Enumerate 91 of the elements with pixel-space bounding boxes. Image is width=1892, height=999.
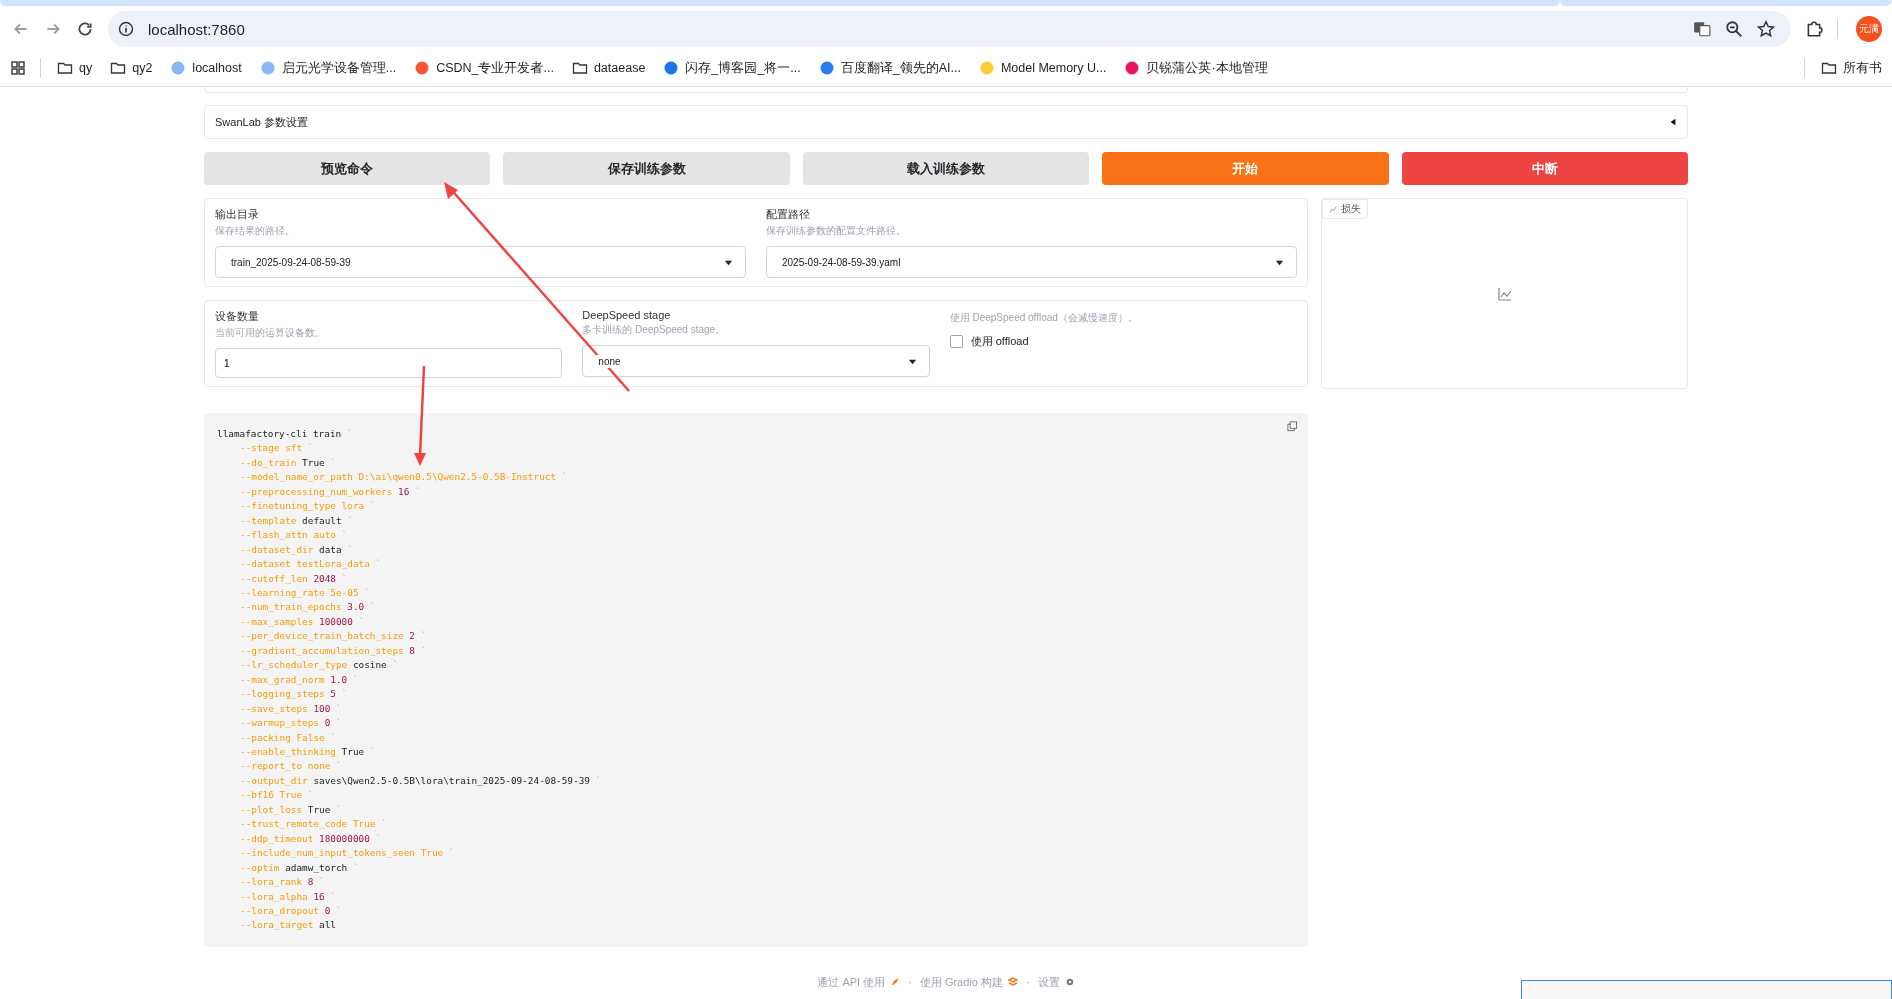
code-line: --max_samples 100000 ` — [239, 614, 365, 629]
reload-icon[interactable] — [76, 20, 94, 38]
site-icon — [414, 60, 431, 76]
caret-icon[interactable] — [1669, 118, 1677, 126]
field-label: 配置路径 — [766, 207, 810, 222]
code-line: --optim adamw_torch ` — [239, 860, 359, 875]
site-icon — [259, 60, 276, 76]
copy-icon[interactable] — [1287, 421, 1298, 432]
bookmark[interactable]: dataease — [569, 58, 648, 78]
site-icon — [818, 60, 835, 76]
dropdown[interactable]: train_2025-09-24-08-59-39 — [215, 246, 746, 278]
footer-separator: · — [1026, 976, 1030, 989]
bookmark[interactable]: qy2 — [108, 58, 155, 78]
logo-icon — [1008, 977, 1018, 988]
site-icon — [978, 60, 995, 76]
code-line: --finetuning_type lora ` — [239, 499, 376, 514]
chart-icon — [1329, 205, 1337, 213]
code-line: --lora_rank 8 ` — [239, 875, 325, 890]
bookmark[interactable]: CSDN_专业开发者... — [412, 57, 556, 79]
url-text: localhost:7860 — [148, 20, 245, 38]
code-line: --learning_rate 5e-05 ` — [239, 586, 370, 600]
code-line: --lora_dropout 0 ` — [239, 903, 342, 918]
code-line: --do_train True ` — [239, 455, 336, 470]
rocket-icon — [890, 977, 901, 988]
translate-icon[interactable] — [1693, 20, 1711, 38]
code-line: --per_device_train_batch_size 2 ` — [239, 629, 427, 644]
code-line: --save_steps 100 ` — [239, 701, 342, 716]
code-line: --model_name_or_path D:\ai\qwen0.5\Qwen2.5-0.5B-Instruct ` — [239, 470, 568, 485]
extensions-icon[interactable] — [1805, 20, 1823, 38]
code-line: --include_num_input_tokens_seen True ` — [239, 846, 455, 861]
action-button[interactable]: 载入训练参数 — [802, 152, 1090, 185]
code-line: --packing False ` — [239, 730, 336, 745]
folder-icon — [110, 60, 127, 76]
site-icon — [1124, 60, 1141, 76]
bookmark-folder[interactable]: 所有书 — [1819, 57, 1884, 79]
code-line: --lr_scheduler_type cosine ` — [239, 658, 399, 673]
code-line: --trust_remote_code True ` — [239, 817, 387, 832]
field-label: DeepSpeed stage — [582, 309, 671, 321]
accordion-header[interactable]: SwanLab 参数设置 — [204, 105, 1688, 139]
number-input[interactable]: 1 — [215, 348, 563, 378]
gear-icon — [1064, 977, 1075, 988]
code-line: --max_grad_norm 1.0 ` — [239, 672, 359, 687]
code-line: --ddp_timeout 180000000 ` — [239, 831, 382, 846]
offload-checkbox[interactable]: 使用 offload — [949, 333, 1029, 350]
code-line: --cutoff_len 2048 ` — [239, 571, 348, 586]
bookmark[interactable]: 闪存_博客园_将一... — [661, 57, 803, 79]
code-line: llamafactory-cli train ` — [217, 427, 353, 441]
bookmark[interactable]: Model Memory U... — [976, 58, 1109, 78]
bookmark[interactable]: 启元光学设备管理... — [257, 57, 399, 79]
code-line: --lora_target all — [239, 918, 336, 933]
dropdown[interactable]: 2025-09-24-08-59-39.yaml — [766, 246, 1297, 278]
field-label: 设备数量 — [215, 309, 259, 324]
info-icon[interactable] — [118, 21, 134, 37]
code-line: --bf16 True ` — [239, 788, 314, 803]
code-line: --flash_attn auto ` — [239, 528, 348, 543]
footer-separator: · — [908, 976, 912, 989]
dropdown[interactable]: none — [582, 345, 930, 377]
code-line: --num_train_epochs 3.0 ` — [239, 600, 376, 615]
code-line: --dataset_dir data ` — [239, 542, 353, 557]
site-icon — [663, 60, 680, 76]
star-icon[interactable] — [1757, 20, 1775, 38]
apps-grid-icon[interactable] — [10, 60, 26, 76]
site-icon — [170, 60, 187, 76]
code-line: --report_to none ` — [239, 759, 342, 774]
bookmark[interactable]: 贝锐蒲公英·本地管理 — [1122, 57, 1270, 79]
empty-chart-icon — [1496, 285, 1513, 302]
code-line: --preprocessing_num_workers 16 ` — [239, 484, 421, 499]
code-line: --plot_loss True ` — [239, 802, 342, 817]
code-line: --template default ` — [239, 513, 353, 528]
folder-icon — [1821, 60, 1837, 76]
action-button[interactable]: 预览命令 — [204, 152, 491, 185]
code-line: --warmup_steps 0 ` — [239, 716, 342, 731]
code-line: --logging_steps 5 ` — [239, 687, 348, 702]
field-label: 输出目录 — [215, 207, 259, 222]
bookmark[interactable]: 百度翻译_领先的AI... — [816, 57, 963, 79]
code-line: --gradient_accumulation_steps 8 ` — [239, 643, 427, 658]
bookmark[interactable]: qy — [55, 58, 95, 78]
folder-icon — [571, 60, 588, 76]
code-line: --output_dir saves\Qwen2.5-0.5B\lora\train_2025-09-24-08-59-39 ` — [239, 773, 602, 788]
action-button[interactable]: 保存训练参数 — [503, 152, 790, 185]
plot-label: 损失 — [1322, 199, 1368, 219]
code-line: --dataset testLora_data ` — [239, 557, 382, 572]
bookmark[interactable]: localhost — [168, 58, 244, 78]
folder-icon — [57, 60, 73, 76]
code-line: --stage sft ` — [239, 441, 314, 456]
address-bar[interactable]: localhost:7860 — [108, 11, 1791, 47]
code-line: --lora_alpha 16 ` — [239, 889, 336, 904]
code-line: --enable_thinking True ` — [239, 744, 376, 759]
action-button[interactable]: 中断 — [1401, 152, 1689, 185]
zoom-icon[interactable] — [1725, 20, 1743, 38]
accordion-title: SwanLab 参数设置 — [215, 114, 308, 130]
